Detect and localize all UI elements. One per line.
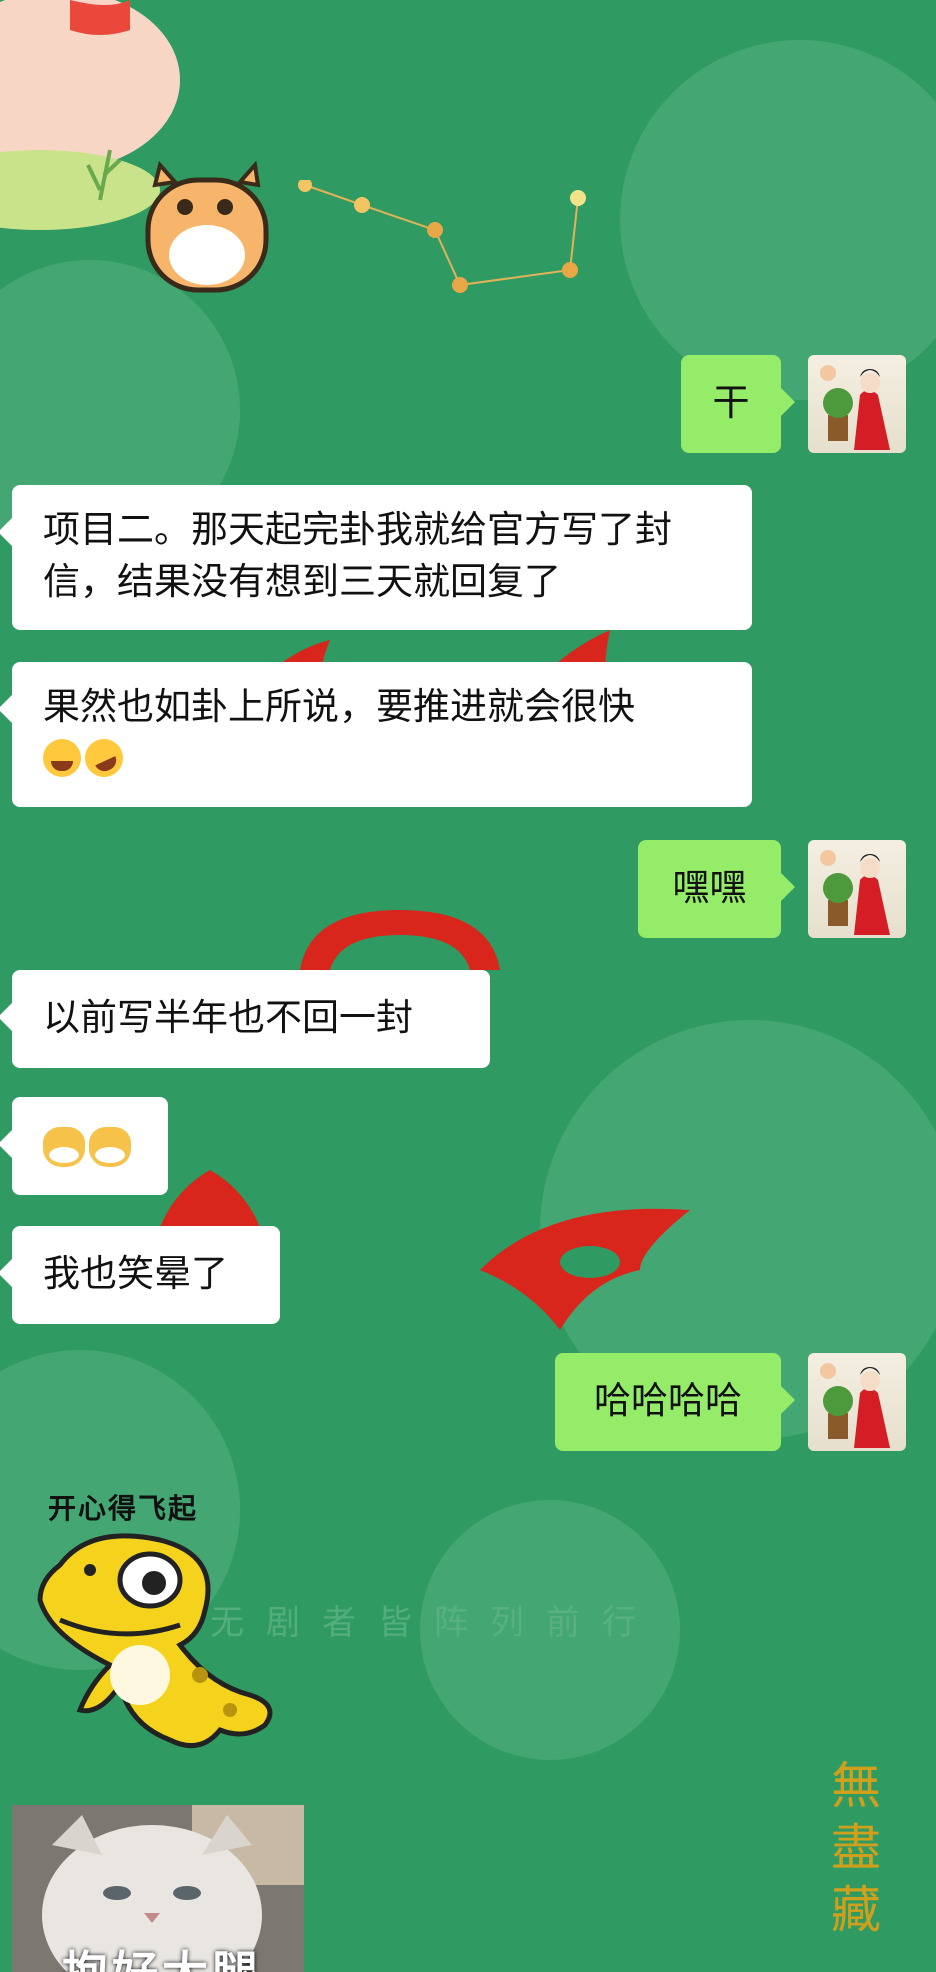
user-avatar[interactable] xyxy=(808,355,906,453)
laugh-crying-emoji xyxy=(43,739,81,777)
message-text: 项目二。那天起完卦我就给官方写了封信，结果没有想到三天就回复了 xyxy=(43,508,672,603)
message-text: 哈哈哈哈 xyxy=(594,1379,742,1422)
hamster-sticker[interactable] xyxy=(0,0,300,300)
message-bubble-received[interactable]: 以前写半年也不回一封 xyxy=(0,970,490,1068)
red-ornament-right xyxy=(480,1208,690,1330)
message-bubble-received[interactable] xyxy=(0,1097,168,1195)
rolling-laugh-emoji xyxy=(78,732,130,784)
message-text: 干 xyxy=(712,381,750,424)
cat-photo-sticker[interactable]: 抱好大腿 xyxy=(12,1805,304,1972)
gecko-sticker[interactable]: 开心得飞起 xyxy=(30,1485,290,1765)
constellation-decoration xyxy=(298,180,586,293)
red-ornament-mid xyxy=(300,910,500,970)
sticker-caption: 开心得飞起 xyxy=(48,1492,199,1525)
message-bubble-received[interactable]: 我也笑晕了 xyxy=(0,1226,280,1324)
message-bubble-sent[interactable]: 哈哈哈哈 xyxy=(555,1353,795,1451)
message-bubble-received[interactable]: 项目二。那天起完卦我就给官方写了封信，结果没有想到三天就回复了 xyxy=(0,485,752,630)
message-text: 以前写半年也不回一封 xyxy=(43,996,413,1039)
background-seal-text: 無盡藏 xyxy=(831,1757,881,1939)
user-avatar[interactable] xyxy=(808,1353,906,1451)
message-bubble-sent[interactable]: 干 xyxy=(681,355,795,453)
message-text: 我也笑晕了 xyxy=(43,1252,228,1295)
message-text: 果然也如卦上所说，要推进就会很快 xyxy=(43,685,635,728)
user-avatar[interactable] xyxy=(808,840,906,938)
message-bubble-sent[interactable]: 嘿嘿 xyxy=(638,840,795,938)
cat-emoji xyxy=(43,1127,85,1167)
cat-emoji xyxy=(89,1127,131,1167)
message-bubble-received[interactable]: 果然也如卦上所说，要推进就会很快 xyxy=(0,662,752,807)
sticker-caption: 抱好大腿 xyxy=(62,1937,262,1972)
message-text: 嘿嘿 xyxy=(672,866,747,909)
